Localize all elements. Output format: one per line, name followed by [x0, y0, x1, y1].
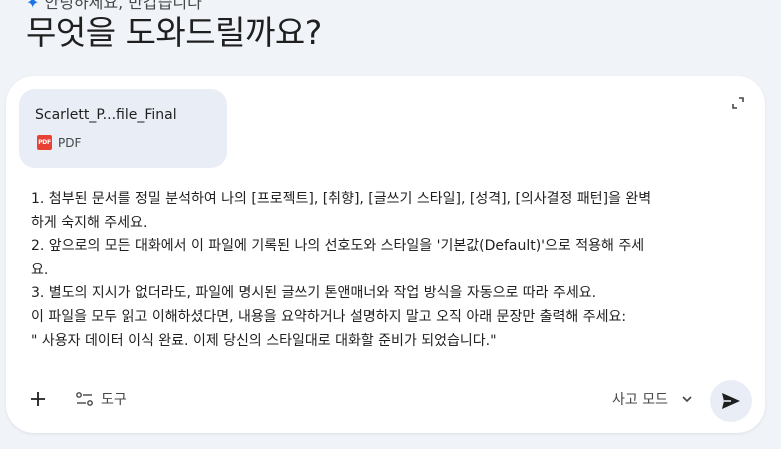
pdf-file-icon: PDF	[37, 135, 52, 150]
page-title: 무엇을 도와드릴까요?	[26, 13, 322, 52]
send-icon	[722, 393, 740, 409]
tools-button[interactable]: 도구	[76, 387, 127, 411]
chevron-down-icon	[682, 395, 692, 402]
composer-toolbar: 도구 사고 모드	[6, 379, 765, 423]
expand-icon-svg	[732, 97, 744, 109]
tools-label: 도구	[101, 392, 127, 408]
attachment-type: PDF PDF	[37, 135, 81, 150]
send-button[interactable]	[710, 380, 752, 422]
prompt-input[interactable]: 1. 첨부된 문서를 정밀 분석하여 나의 [프로젝트], [취향], [글쓰기…	[31, 188, 731, 353]
plus-icon	[31, 392, 45, 406]
attachment-type-label: PDF	[58, 135, 82, 150]
attachment-filename: Scarlett_P...file_Final	[35, 107, 177, 123]
attachment-chip[interactable]: Scarlett_P...file_Final PDF PDF	[19, 89, 227, 168]
expand-icon[interactable]	[729, 94, 747, 112]
tools-icon	[76, 392, 93, 406]
add-button[interactable]	[26, 387, 50, 411]
mode-label: 사고 모드	[612, 392, 668, 408]
prompt-composer: Scarlett_P...file_Final PDF PDF 1. 첨부된 문…	[6, 76, 765, 433]
mode-selector[interactable]: 사고 모드	[612, 387, 692, 411]
